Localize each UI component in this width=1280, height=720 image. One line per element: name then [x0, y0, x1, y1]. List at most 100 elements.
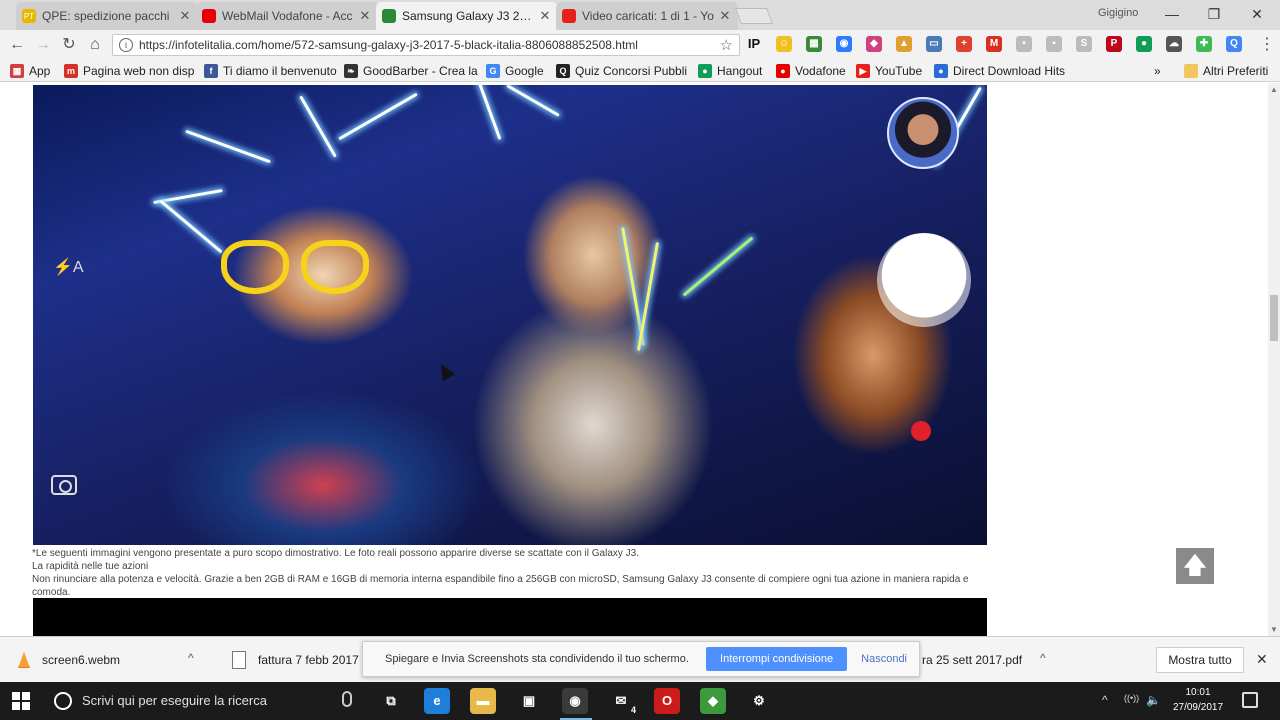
bookmarks-overflow-icon[interactable]: » — [1154, 63, 1161, 79]
download-item[interactable]: ra 25 sett 2017.pdf — [922, 647, 1022, 673]
bookmark-label: YouTube — [875, 64, 923, 78]
plus-extension-icon[interactable]: + — [956, 36, 972, 52]
record-dot-icon[interactable] — [911, 421, 931, 441]
gmail-extension-icon[interactable]: M — [986, 36, 1002, 52]
tab-title: QPE: spedizione pacchi — [42, 9, 170, 23]
search-extension-icon[interactable]: Q — [1226, 36, 1242, 52]
download-options-icon[interactable]: ^ — [1040, 651, 1046, 665]
glowstick — [506, 85, 560, 117]
font-size-icon[interactable]: ⚡A — [53, 257, 84, 277]
camera-icon[interactable] — [51, 475, 77, 495]
scroll-up-icon[interactable]: ▲ — [1270, 85, 1278, 94]
hero-image-party[interactable]: ⚡A — [33, 85, 987, 545]
new-tab-button[interactable] — [735, 8, 773, 24]
minimize-icon[interactable]: — — [1162, 4, 1182, 24]
bookmark-star-icon[interactable]: ☆ — [720, 36, 733, 54]
tab-youtube-video[interactable]: Video caricati: 1 di 1 - Yo ✕ — [556, 2, 738, 30]
evernote-extension-icon[interactable]: ▪ — [1016, 36, 1032, 52]
tab-close-icon[interactable]: ✕ — [178, 8, 192, 24]
bookmarks-bar: ▦ App m Pagina web non disp f Ti diamo il b… — [0, 60, 1280, 82]
windows-start-icon[interactable] — [12, 692, 30, 710]
close-shelf-icon[interactable]: ✕ — [1256, 651, 1268, 668]
bookmark-direct-download[interactable]: ● Direct Download Hits — [934, 63, 1065, 79]
tab-webmail-vodafone[interactable]: WebMail Vodafone - Acc ✕ — [196, 2, 378, 30]
grid-extension-icon[interactable]: ▦ — [806, 36, 822, 52]
mail-icon[interactable]: ✉ 4 — [608, 688, 638, 716]
show-all-downloads-button[interactable]: Mostra tutto — [1156, 647, 1244, 673]
cortana-icon[interactable] — [54, 692, 72, 710]
bookmark-google[interactable]: G Google — [486, 63, 544, 79]
cloud-extension-icon[interactable]: ☁ — [1166, 36, 1182, 52]
hide-button[interactable]: Nascondi — [861, 653, 907, 665]
tab-close-icon[interactable]: ✕ — [718, 8, 732, 24]
store-icon[interactable]: ▣ — [516, 688, 542, 714]
url-text[interactable]: https://infotelitalia.com/home/572-samsu… — [139, 38, 720, 52]
download-item[interactable]: screen6.webm — [18, 647, 120, 673]
profile-name[interactable]: Gigigino — [1098, 7, 1138, 19]
volume-icon[interactable]: 🔈 — [1146, 693, 1161, 707]
app-green-icon[interactable]: ◆ — [700, 688, 726, 714]
download-options-icon[interactable]: ^ — [188, 651, 194, 665]
forward-icon[interactable]: → — [32, 35, 54, 55]
settings-icon[interactable]: ⚙ — [746, 688, 772, 714]
bookmark-label: Google — [505, 64, 544, 78]
other-bookmarks[interactable]: Altri Preferiti — [1184, 63, 1268, 79]
tab-samsung-galaxy[interactable]: Samsung Galaxy J3 2017 ✕ — [376, 2, 558, 30]
bookmark-goodbarber[interactable]: ❧ GoodBarber - Crea la — [344, 63, 478, 79]
video-section[interactable] — [33, 598, 987, 636]
scroll-to-top-button[interactable]: 🡅 — [1176, 548, 1214, 584]
edge-icon[interactable]: e — [424, 688, 450, 714]
back-icon[interactable]: ← — [6, 35, 28, 55]
scroll-down-icon[interactable]: ▼ — [1270, 625, 1278, 634]
ip-extension-icon[interactable]: IP — [746, 36, 762, 52]
chrome-icon[interactable]: ◉ — [562, 688, 588, 714]
rocket-extension-icon[interactable]: ▲ — [896, 36, 912, 52]
network-icon[interactable]: ((•)) — [1124, 693, 1139, 703]
address-bar[interactable]: i https://infotelitalia.com/home/572-sam… — [112, 34, 740, 56]
bookmark-vodafone[interactable]: ● Vodafone — [776, 63, 846, 79]
puzzle-extension-icon[interactable]: ✚ — [1196, 36, 1212, 52]
box-extension-icon[interactable]: ▪ — [1046, 36, 1062, 52]
hangouts-extension-icon[interactable]: ● — [1136, 36, 1152, 52]
taskbar-search-input[interactable]: Scrivi qui per eseguire la ricerca — [82, 693, 267, 708]
home-icon[interactable]: ⌂ — [84, 35, 106, 55]
scroll-thumb[interactable] — [1270, 295, 1278, 341]
restore-icon[interactable]: ❐ — [1204, 4, 1224, 24]
system-clock[interactable]: 10:01 27/09/2017 — [1170, 685, 1226, 715]
youtube-icon: ▶ — [856, 64, 870, 78]
opera-icon[interactable]: O — [654, 688, 680, 714]
explorer-icon[interactable]: ▬ — [470, 688, 496, 714]
vpn-extension-icon[interactable]: ◆ — [866, 36, 882, 52]
tab-close-icon[interactable]: ✕ — [538, 8, 552, 24]
site-info-icon[interactable]: i — [119, 38, 133, 52]
bookmark-youtube[interactable]: ▶ YouTube — [856, 63, 922, 79]
action-center-icon[interactable] — [1242, 692, 1258, 708]
avatar[interactable] — [887, 97, 959, 169]
bookmark-quiz-concorsi[interactable]: Q Quiz Concorsi Pubbli — [556, 63, 687, 79]
bookmark-label: Ti diamo il benvenuto — [223, 64, 337, 78]
pinterest-extension-icon[interactable]: P — [1106, 36, 1122, 52]
tab-qpe[interactable]: PT QPE: spedizione pacchi ✕ — [16, 2, 198, 30]
bookmark-app[interactable]: ▦ App — [10, 63, 50, 79]
bookmark-facebook[interactable]: f Ti diamo il benvenuto — [204, 63, 337, 79]
bookmark-pagina-web[interactable]: m Pagina web non disp — [64, 63, 194, 79]
close-window-icon[interactable]: ✕ — [1247, 4, 1267, 24]
download-item[interactable]: fattura 7 febb 2017 — [232, 647, 359, 673]
stop-sharing-button[interactable]: Interrompi condivisione — [706, 647, 848, 671]
reload-icon[interactable]: ↻ — [58, 35, 80, 55]
tab-close-icon[interactable]: ✕ — [358, 8, 372, 24]
goodbarber-icon: ❧ — [344, 64, 358, 78]
messenger-extension-icon[interactable]: ◉ — [836, 36, 852, 52]
task-view-icon[interactable]: ⧉ — [378, 688, 404, 714]
bookmark-hangout[interactable]: ● Hangout — [698, 63, 762, 79]
skype-extension-icon[interactable]: S — [1076, 36, 1092, 52]
tray-overflow-icon[interactable]: ^ — [1102, 693, 1108, 707]
facebook-icon: f — [204, 64, 218, 78]
screen-recorder-bubble[interactable] — [877, 233, 971, 327]
page-scrollbar[interactable]: ▲ ▼ — [1268, 83, 1280, 636]
screen-extension-icon[interactable]: ▭ — [926, 36, 942, 52]
globe-icon: ● — [934, 64, 948, 78]
microphone-icon[interactable] — [342, 691, 352, 707]
smiley-extension-icon[interactable]: ☺ — [776, 36, 792, 52]
chrome-menu-icon[interactable]: ⋮ — [1256, 35, 1278, 55]
